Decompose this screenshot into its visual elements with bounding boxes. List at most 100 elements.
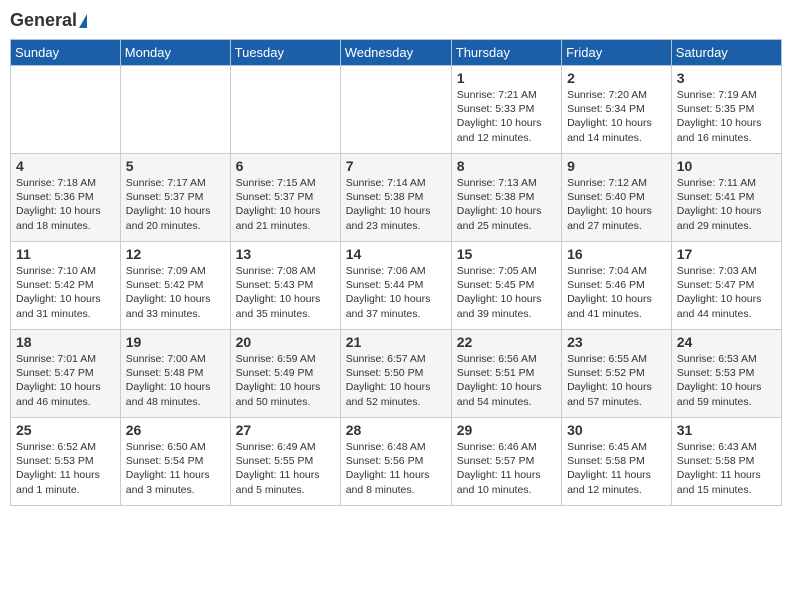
day-detail: Sunrise: 7:21 AM Sunset: 5:33 PM Dayligh… [457,88,556,145]
day-detail: Sunrise: 7:05 AM Sunset: 5:45 PM Dayligh… [457,264,556,321]
day-detail: Sunrise: 6:59 AM Sunset: 5:49 PM Dayligh… [236,352,335,409]
day-detail: Sunrise: 7:12 AM Sunset: 5:40 PM Dayligh… [567,176,666,233]
day-number: 26 [126,422,225,438]
day-detail: Sunrise: 6:46 AM Sunset: 5:57 PM Dayligh… [457,440,556,497]
page-header: General [10,10,782,31]
day-number: 20 [236,334,335,350]
day-number: 29 [457,422,556,438]
day-detail: Sunrise: 6:43 AM Sunset: 5:58 PM Dayligh… [677,440,776,497]
day-number: 21 [346,334,446,350]
calendar-cell: 25 Sunrise: 6:52 AM Sunset: 5:53 PM Dayli… [11,418,121,506]
calendar-cell: 21 Sunrise: 6:57 AM Sunset: 5:50 PM Dayli… [340,330,451,418]
day-detail: Sunrise: 6:57 AM Sunset: 5:50 PM Dayligh… [346,352,446,409]
calendar-cell: 4 Sunrise: 7:18 AM Sunset: 5:36 PM Daylig… [11,154,121,242]
col-header-thursday: Thursday [451,40,561,66]
day-detail: Sunrise: 7:13 AM Sunset: 5:38 PM Dayligh… [457,176,556,233]
day-detail: Sunrise: 7:08 AM Sunset: 5:43 PM Dayligh… [236,264,335,321]
day-detail: Sunrise: 7:09 AM Sunset: 5:42 PM Dayligh… [126,264,225,321]
day-number: 3 [677,70,776,86]
calendar-cell: 27Sunrise: 6:49 AM Sunset: 5:55 PM Dayli… [230,418,340,506]
logo-triangle-icon [79,14,87,28]
calendar-cell: 20 Sunrise: 6:59 AM Sunset: 5:49 PM Dayli… [230,330,340,418]
day-number: 11 [16,246,115,262]
day-detail: Sunrise: 7:18 AM Sunset: 5:36 PM Dayligh… [16,176,115,233]
day-number: 19 [126,334,225,350]
day-number: 14 [346,246,446,262]
col-header-sunday: Sunday [11,40,121,66]
calendar-cell [340,66,451,154]
day-detail: Sunrise: 6:53 AM Sunset: 5:53 PM Dayligh… [677,352,776,409]
col-header-wednesday: Wednesday [340,40,451,66]
day-detail: Sunrise: 6:55 AM Sunset: 5:52 PM Dayligh… [567,352,666,409]
logo-general: General [10,10,77,31]
calendar-cell: 9Sunrise: 7:12 AM Sunset: 5:40 PM Daylig… [562,154,672,242]
calendar-cell [11,66,121,154]
day-number: 2 [567,70,666,86]
day-detail: Sunrise: 7:00 AM Sunset: 5:48 PM Dayligh… [126,352,225,409]
day-detail: Sunrise: 6:52 AM Sunset: 5:53 PM Dayligh… [16,440,115,497]
day-detail: Sunrise: 7:20 AM Sunset: 5:34 PM Dayligh… [567,88,666,145]
day-detail: Sunrise: 7:15 AM Sunset: 5:37 PM Dayligh… [236,176,335,233]
calendar-cell: 18 Sunrise: 7:01 AM Sunset: 5:47 PM Dayli… [11,330,121,418]
day-detail: Sunrise: 7:04 AM Sunset: 5:46 PM Dayligh… [567,264,666,321]
calendar-cell: 3 Sunrise: 7:19 AM Sunset: 5:35 PM Daylig… [671,66,781,154]
calendar-cell: 22 Sunrise: 6:56 AM Sunset: 5:51 PM Dayli… [451,330,561,418]
calendar-cell: 23 Sunrise: 6:55 AM Sunset: 5:52 PM Dayli… [562,330,672,418]
calendar-cell: 19 Sunrise: 7:00 AM Sunset: 5:48 PM Dayli… [120,330,230,418]
calendar-cell: 13 Sunrise: 7:08 AM Sunset: 5:43 PM Dayli… [230,242,340,330]
calendar-cell: 12 Sunrise: 7:09 AM Sunset: 5:42 PM Dayli… [120,242,230,330]
calendar-cell: 7Sunrise: 7:14 AM Sunset: 5:38 PM Daylig… [340,154,451,242]
day-detail: Sunrise: 7:11 AM Sunset: 5:41 PM Dayligh… [677,176,776,233]
day-detail: Sunrise: 6:48 AM Sunset: 5:56 PM Dayligh… [346,440,446,497]
day-number: 6 [236,158,335,174]
calendar-cell: 30 Sunrise: 6:45 AM Sunset: 5:58 PM Dayli… [562,418,672,506]
day-detail: Sunrise: 6:56 AM Sunset: 5:51 PM Dayligh… [457,352,556,409]
calendar-cell: 29 Sunrise: 6:46 AM Sunset: 5:57 PM Dayli… [451,418,561,506]
calendar-cell [120,66,230,154]
calendar-cell: 28Sunrise: 6:48 AM Sunset: 5:56 PM Dayli… [340,418,451,506]
day-detail: Sunrise: 7:01 AM Sunset: 5:47 PM Dayligh… [16,352,115,409]
calendar-cell: 2 Sunrise: 7:20 AM Sunset: 5:34 PM Daylig… [562,66,672,154]
day-number: 8 [457,158,556,174]
logo: General [10,10,89,31]
day-number: 13 [236,246,335,262]
day-detail: Sunrise: 7:14 AM Sunset: 5:38 PM Dayligh… [346,176,446,233]
day-number: 30 [567,422,666,438]
calendar-cell: 10 Sunrise: 7:11 AM Sunset: 5:41 PM Dayli… [671,154,781,242]
calendar-cell: 15 Sunrise: 7:05 AM Sunset: 5:45 PM Dayli… [451,242,561,330]
calendar-cell: 31 Sunrise: 6:43 AM Sunset: 5:58 PM Dayli… [671,418,781,506]
calendar-cell: 26 Sunrise: 6:50 AM Sunset: 5:54 PM Dayli… [120,418,230,506]
calendar-cell: 6 Sunrise: 7:15 AM Sunset: 5:37 PM Daylig… [230,154,340,242]
calendar-cell: 14Sunrise: 7:06 AM Sunset: 5:44 PM Dayli… [340,242,451,330]
calendar-cell: 5 Sunrise: 7:17 AM Sunset: 5:37 PM Daylig… [120,154,230,242]
day-number: 5 [126,158,225,174]
calendar-cell: 16 Sunrise: 7:04 AM Sunset: 5:46 PM Dayli… [562,242,672,330]
col-header-monday: Monday [120,40,230,66]
col-header-saturday: Saturday [671,40,781,66]
calendar-cell: 17 Sunrise: 7:03 AM Sunset: 5:47 PM Dayli… [671,242,781,330]
day-number: 17 [677,246,776,262]
calendar-cell [230,66,340,154]
day-number: 15 [457,246,556,262]
calendar-cell: 1 Sunrise: 7:21 AM Sunset: 5:33 PM Daylig… [451,66,561,154]
col-header-tuesday: Tuesday [230,40,340,66]
day-detail: Sunrise: 6:49 AM Sunset: 5:55 PM Dayligh… [236,440,335,497]
day-number: 18 [16,334,115,350]
day-number: 22 [457,334,556,350]
day-detail: Sunrise: 7:03 AM Sunset: 5:47 PM Dayligh… [677,264,776,321]
day-number: 10 [677,158,776,174]
day-number: 16 [567,246,666,262]
day-number: 31 [677,422,776,438]
day-number: 1 [457,70,556,86]
day-detail: Sunrise: 6:50 AM Sunset: 5:54 PM Dayligh… [126,440,225,497]
day-detail: Sunrise: 7:10 AM Sunset: 5:42 PM Dayligh… [16,264,115,321]
day-detail: Sunrise: 7:17 AM Sunset: 5:37 PM Dayligh… [126,176,225,233]
day-number: 4 [16,158,115,174]
day-detail: Sunrise: 6:45 AM Sunset: 5:58 PM Dayligh… [567,440,666,497]
day-number: 12 [126,246,225,262]
day-number: 25 [16,422,115,438]
day-number: 23 [567,334,666,350]
day-detail: Sunrise: 7:19 AM Sunset: 5:35 PM Dayligh… [677,88,776,145]
day-number: 24 [677,334,776,350]
calendar-table: SundayMondayTuesdayWednesdayThursdayFrid… [10,39,782,506]
